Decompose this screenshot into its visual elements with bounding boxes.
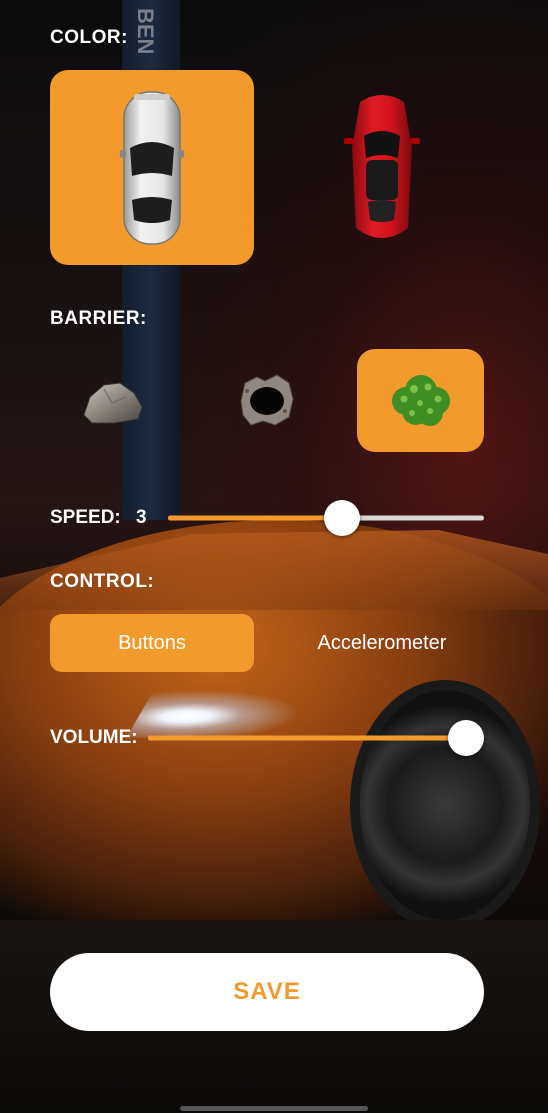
control-option-accelerometer[interactable]: Accelerometer — [280, 614, 484, 672]
volume-slider-thumb[interactable] — [448, 720, 484, 756]
orange-car-hood — [0, 530, 548, 610]
speed-label-group: SPEED: 3 — [50, 507, 147, 529]
color-option-silver-car[interactable] — [50, 70, 254, 265]
garage-sign: BEN — [133, 8, 158, 55]
volume-row: VOLUME: — [50, 718, 484, 758]
volume-slider-fill — [148, 735, 466, 741]
barrier-label: BARRIER: — [50, 308, 147, 329]
barrier-option-rock[interactable] — [50, 349, 176, 452]
color-label: COLOR: — [50, 27, 128, 48]
home-indicator — [180, 1106, 368, 1111]
speed-label: SPEED: — [50, 507, 121, 528]
speed-slider-fill — [168, 515, 342, 521]
silver-car-icon — [120, 90, 184, 245]
rock-icon — [83, 381, 143, 423]
speed-slider-thumb[interactable] — [323, 500, 360, 536]
volume-label: VOLUME: — [50, 727, 138, 748]
save-button[interactable]: SAVE — [50, 953, 484, 1031]
control-option-buttons[interactable]: Buttons — [50, 614, 254, 672]
barrier-option-hole[interactable] — [204, 349, 330, 452]
speed-row: SPEED: 3 — [50, 498, 484, 538]
bush-icon — [391, 374, 450, 426]
hole-icon — [240, 373, 294, 426]
barrier-option-bush[interactable] — [357, 349, 484, 452]
control-label: CONTROL: — [50, 571, 155, 592]
red-car-icon — [344, 94, 420, 238]
color-option-red-car[interactable] — [280, 70, 484, 265]
speed-value: 3 — [136, 507, 147, 528]
